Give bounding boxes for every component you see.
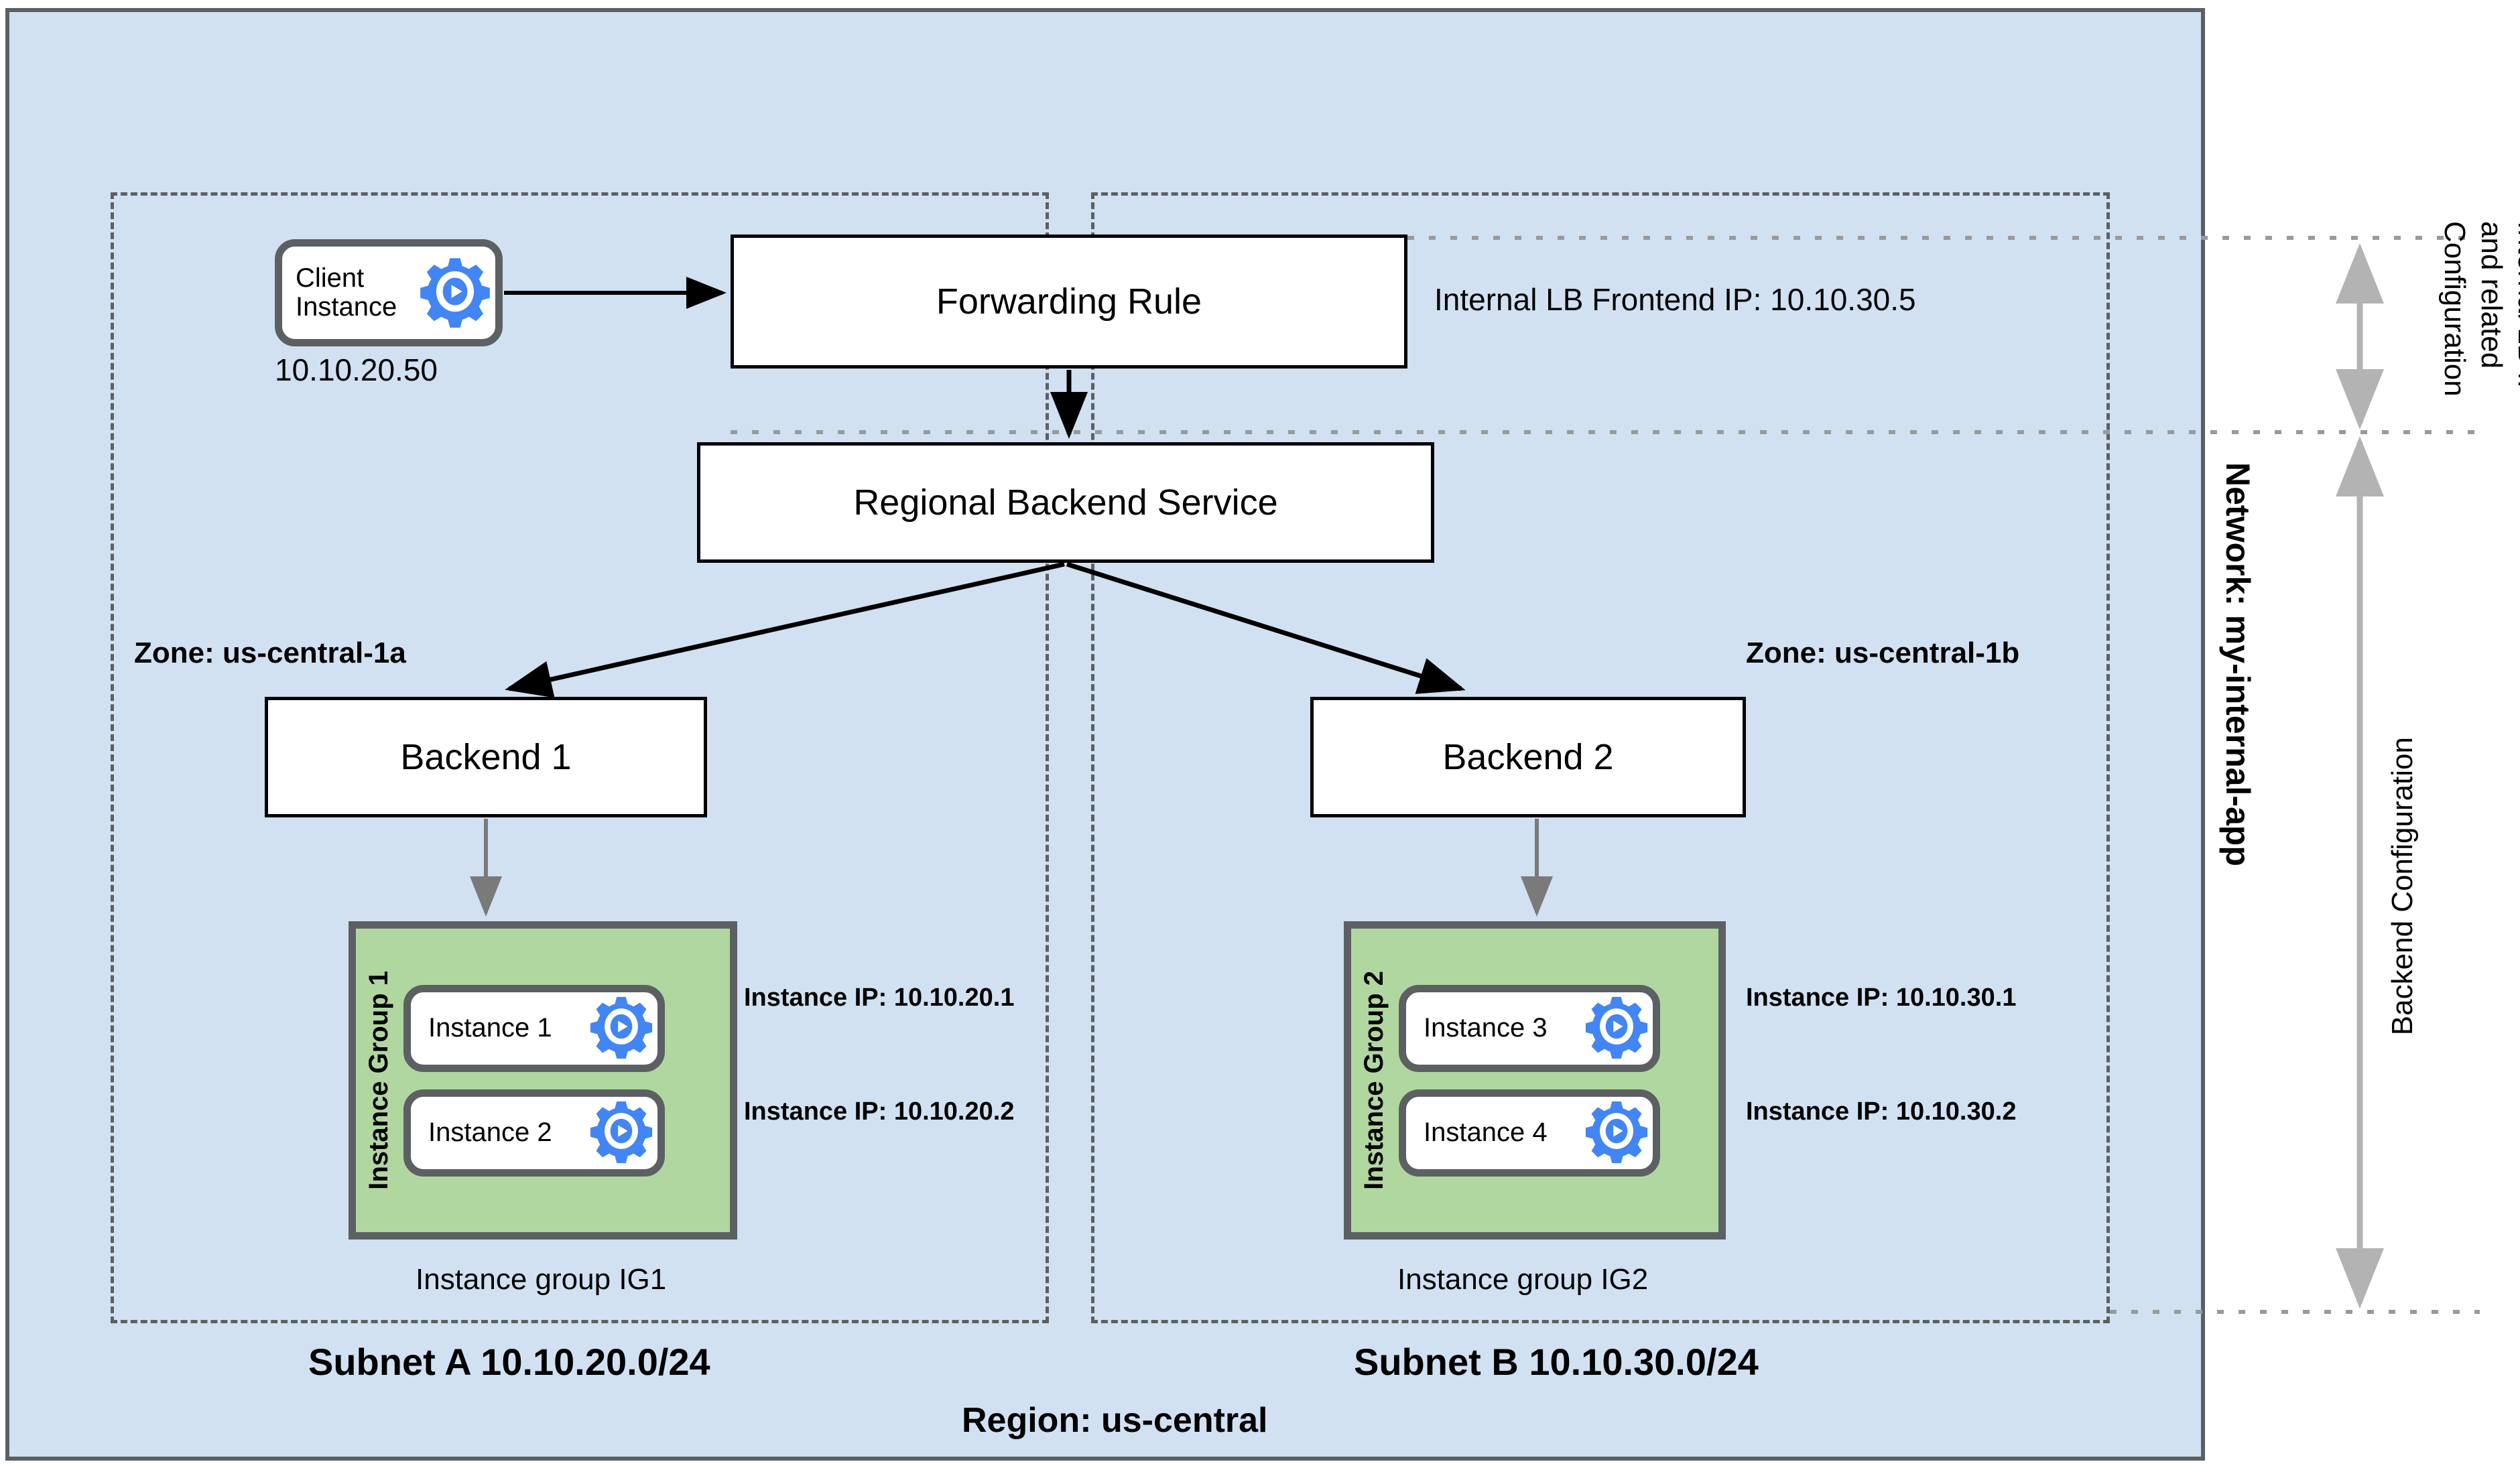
subnet-b-label: Subnet B 10.10.30.0/24 [1354, 1341, 1759, 1383]
backend2-label: Backend 2 [1442, 736, 1614, 777]
backend2-node[interactable]: Backend 2 [1310, 697, 1746, 817]
instance-group-1: Instance Group 1 Instance 1 Instance 2 [349, 921, 737, 1240]
client-instance-card[interactable]: Client Instance [275, 239, 503, 346]
instance-group-2-caption: Instance group IG2 [1397, 1263, 1649, 1296]
instance-group-2-label: Instance Group 2 [1359, 971, 1389, 1190]
lb-ip-scope-line: and related [2475, 221, 2508, 369]
instance-group-1-label: Instance Group 1 [364, 971, 393, 1190]
backend-config-scope-label: Backend Configuration [2386, 737, 2419, 1036]
instance-group-1-caption: Instance group IG1 [416, 1263, 667, 1296]
instance-card-4[interactable]: Instance 4 [1399, 1089, 1660, 1177]
forwarding-rule-label: Forwarding Rule [936, 281, 1202, 322]
lb-ip-scope-label: Internal LB IP and related Configuration [2393, 221, 2520, 400]
instance-3-ip-label: Instance IP: 10.10.30.1 [1746, 984, 2017, 1012]
instance-4-label: Instance 4 [1424, 1118, 1548, 1147]
instance-card-1[interactable]: Instance 1 [403, 984, 665, 1072]
network-label: Network: my-internal-app [2219, 462, 2257, 866]
frontend-ip-label: Internal LB Frontend IP: 10.10.30.5 [1434, 282, 1916, 317]
instance-1-ip-label: Instance IP: 10.10.20.1 [744, 984, 1015, 1012]
zone-a-label: Zone: us-central-1a [134, 637, 406, 669]
instance-group-2-stack: Instance 3 Instance 4 [1399, 984, 1660, 1177]
gear-play-icon [1584, 1099, 1649, 1166]
subnet-a-label: Subnet A 10.10.20.0/24 [308, 1341, 710, 1383]
instance-group-2: Instance Group 2 Instance 3 Instance 4 [1344, 921, 1726, 1240]
instance-2-ip-label: Instance IP: 10.10.20.2 [744, 1097, 1015, 1126]
regional-backend-service-node[interactable]: Regional Backend Service [697, 442, 1434, 563]
zone-b-label: Zone: us-central-1b [1746, 637, 2020, 669]
backend-service-label: Regional Backend Service [853, 482, 1278, 523]
gear-play-icon [589, 1099, 653, 1166]
client-instance-label: Client Instance [296, 263, 397, 322]
instance-card-2[interactable]: Instance 2 [403, 1089, 665, 1177]
lb-ip-scope-line: Internal LB IP [2512, 221, 2520, 400]
backend1-node[interactable]: Backend 1 [265, 697, 707, 817]
lb-ip-scope-line: Configuration [2438, 221, 2471, 397]
forwarding-rule-node[interactable]: Forwarding Rule [731, 235, 1407, 369]
client-ip-label: 10.10.20.50 [275, 352, 438, 387]
instance-card-3[interactable]: Instance 3 [1399, 984, 1660, 1072]
instance-1-label: Instance 1 [428, 1013, 552, 1043]
instance-4-ip-label: Instance IP: 10.10.30.2 [1746, 1097, 2017, 1126]
instance-3-label: Instance 3 [1424, 1013, 1548, 1043]
gear-play-icon [589, 994, 653, 1062]
gear-play-icon [1584, 994, 1649, 1062]
gear-play-icon [419, 255, 491, 331]
backend1-label: Backend 1 [400, 736, 572, 777]
region-label: Region: us-central [962, 1401, 1268, 1440]
instance-2-label: Instance 2 [428, 1118, 552, 1147]
instance-group-1-stack: Instance 1 Instance 2 [403, 984, 665, 1177]
